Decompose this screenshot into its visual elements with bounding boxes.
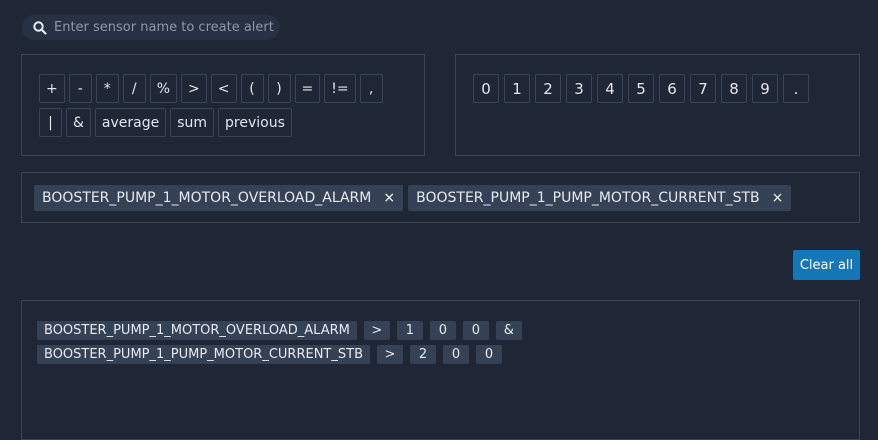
operator-equals-button[interactable]: =: [294, 74, 321, 103]
operator-row-1: + - * / % > < ( ) = != ,: [39, 74, 424, 103]
function-previous-button[interactable]: previous: [218, 108, 292, 137]
operator-plus-button[interactable]: +: [39, 74, 65, 103]
sensor-tag-label: BOOSTER_PUMP_1_PUMP_MOTOR_CURRENT_STB: [416, 190, 760, 206]
digit-3-button[interactable]: 3: [566, 74, 592, 103]
operator-divide-button[interactable]: /: [122, 74, 146, 103]
function-average-button[interactable]: average: [94, 108, 167, 137]
number-row: 0 1 2 3 4 5 6 7 8 9 .: [473, 74, 859, 103]
expression-token-digit[interactable]: 0: [462, 321, 489, 340]
search-icon: [33, 20, 47, 35]
operator-less-than-button[interactable]: <: [210, 74, 237, 103]
digit-0-button[interactable]: 0: [473, 74, 499, 103]
operator-greater-than-button[interactable]: >: [181, 74, 207, 103]
operator-minus-button[interactable]: -: [68, 74, 92, 103]
sensor-tag: BOOSTER_PUMP_1_MOTOR_OVERLOAD_ALARM ×: [34, 185, 404, 211]
close-icon[interactable]: ×: [772, 190, 784, 206]
expression-token-digit[interactable]: 0: [429, 321, 456, 340]
operator-modulo-button[interactable]: %: [149, 74, 178, 103]
digit-4-button[interactable]: 4: [597, 74, 623, 103]
digit-2-button[interactable]: 2: [535, 74, 561, 103]
function-sum-button[interactable]: sum: [170, 108, 215, 137]
operator-not-equals-button[interactable]: !=: [324, 74, 356, 103]
digit-8-button[interactable]: 8: [721, 74, 747, 103]
expression-token-operator[interactable]: >: [377, 345, 403, 364]
operator-or-button[interactable]: |: [39, 108, 62, 137]
digit-1-button[interactable]: 1: [504, 74, 530, 103]
operator-multiply-button[interactable]: *: [95, 74, 119, 103]
sensor-tag: BOOSTER_PUMP_1_PUMP_MOTOR_CURRENT_STB ×: [408, 185, 792, 211]
operator-comma-button[interactable]: ,: [359, 74, 383, 103]
sensor-tag-label: BOOSTER_PUMP_1_MOTOR_OVERLOAD_ALARM: [42, 190, 372, 206]
expression-token-sensor[interactable]: BOOSTER_PUMP_1_PUMP_MOTOR_CURRENT_STB: [37, 345, 370, 364]
digit-5-button[interactable]: 5: [628, 74, 654, 103]
expression-token-sensor[interactable]: BOOSTER_PUMP_1_MOTOR_OVERLOAD_ALARM: [37, 321, 357, 340]
operator-open-paren-button[interactable]: (: [240, 74, 264, 103]
digit-9-button[interactable]: 9: [752, 74, 778, 103]
number-panel: 0 1 2 3 4 5 6 7 8 9 .: [455, 54, 860, 156]
decimal-point-button[interactable]: .: [783, 74, 809, 103]
expression-line-1: BOOSTER_PUMP_1_MOTOR_OVERLOAD_ALARM > 1 …: [37, 321, 859, 340]
close-icon[interactable]: ×: [383, 190, 395, 206]
expression-token-operator[interactable]: >: [363, 321, 390, 340]
expression-token-operator[interactable]: &: [495, 321, 522, 340]
search-input[interactable]: [54, 20, 274, 35]
expression-token-digit[interactable]: 2: [410, 345, 436, 364]
digit-6-button[interactable]: 6: [659, 74, 685, 103]
expression-token-digit[interactable]: 0: [443, 345, 469, 364]
operator-close-paren-button[interactable]: ): [267, 74, 291, 103]
digit-7-button[interactable]: 7: [690, 74, 716, 103]
clear-all-button[interactable]: Clear all: [793, 250, 860, 280]
expression-token-digit[interactable]: 0: [476, 345, 502, 364]
selected-sensors-panel: BOOSTER_PUMP_1_MOTOR_OVERLOAD_ALARM × BO…: [21, 172, 860, 223]
expression-panel: BOOSTER_PUMP_1_MOTOR_OVERLOAD_ALARM > 1 …: [21, 300, 860, 440]
sensor-search[interactable]: [22, 15, 280, 40]
expression-line-2: BOOSTER_PUMP_1_PUMP_MOTOR_CURRENT_STB > …: [37, 345, 859, 364]
operator-row-2: | & average sum previous: [39, 108, 424, 137]
operator-panel: + - * / % > < ( ) = != , | & average sum…: [21, 54, 425, 156]
operator-and-button[interactable]: &: [66, 108, 91, 137]
expression-token-digit[interactable]: 1: [396, 321, 423, 340]
